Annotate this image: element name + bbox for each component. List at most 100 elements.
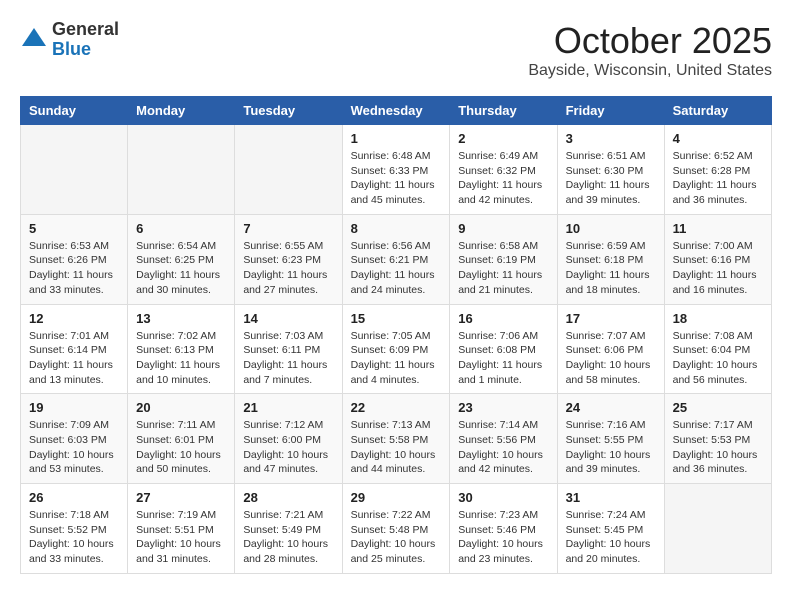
col-header-saturday: Saturday <box>664 97 771 125</box>
day-number: 19 <box>29 400 119 415</box>
calendar-cell: 9 Sunrise: 6:58 AM Sunset: 6:19 PM Daylig… <box>450 214 557 304</box>
calendar-cell: 3 Sunrise: 6:51 AM Sunset: 6:30 PM Daylig… <box>557 125 664 215</box>
day-number: 6 <box>136 221 226 236</box>
day-number: 14 <box>243 311 333 326</box>
calendar-week-row: 5 Sunrise: 6:53 AM Sunset: 6:26 PM Daylig… <box>21 214 772 304</box>
calendar-cell: 14 Sunrise: 7:03 AM Sunset: 6:11 PM Dayli… <box>235 304 342 394</box>
day-info: Sunrise: 7:02 AM Sunset: 6:13 PM Dayligh… <box>136 329 226 388</box>
day-info: Sunrise: 7:24 AM Sunset: 5:45 PM Dayligh… <box>566 508 656 567</box>
calendar-cell: 11 Sunrise: 7:00 AM Sunset: 6:16 PM Dayli… <box>664 214 771 304</box>
calendar-cell: 17 Sunrise: 7:07 AM Sunset: 6:06 PM Dayli… <box>557 304 664 394</box>
day-number: 18 <box>673 311 763 326</box>
day-info: Sunrise: 7:07 AM Sunset: 6:06 PM Dayligh… <box>566 329 656 388</box>
day-info: Sunrise: 7:18 AM Sunset: 5:52 PM Dayligh… <box>29 508 119 567</box>
day-info: Sunrise: 6:55 AM Sunset: 6:23 PM Dayligh… <box>243 239 333 298</box>
day-number: 11 <box>673 221 763 236</box>
calendar-cell: 28Sunrise: 7:21 AM Sunset: 5:49 PM Dayli… <box>235 484 342 574</box>
day-info: Sunrise: 7:19 AM Sunset: 5:51 PM Dayligh… <box>136 508 226 567</box>
day-number: 31 <box>566 490 656 505</box>
calendar-cell <box>128 125 235 215</box>
location: Bayside, Wisconsin, United States <box>528 62 772 80</box>
col-header-friday: Friday <box>557 97 664 125</box>
calendar-cell: 29 Sunrise: 7:22 AM Sunset: 5:48 PM Dayli… <box>342 484 450 574</box>
day-number: 13 <box>136 311 226 326</box>
day-info: Sunrise: 6:51 AM Sunset: 6:30 PM Dayligh… <box>566 149 656 208</box>
day-number: 7 <box>243 221 333 236</box>
calendar-cell: 6 Sunrise: 6:54 AM Sunset: 6:25 PM Daylig… <box>128 214 235 304</box>
day-info: Sunrise: 7:09 AM Sunset: 6:03 PM Dayligh… <box>29 418 119 477</box>
calendar-cell: 16 Sunrise: 7:06 AM Sunset: 6:08 PM Dayli… <box>450 304 557 394</box>
calendar-week-row: 12Sunrise: 7:01 AM Sunset: 6:14 PM Dayli… <box>21 304 772 394</box>
day-info: Sunrise: 7:12 AM Sunset: 6:00 PM Dayligh… <box>243 418 333 477</box>
month-title: October 2025 <box>528 20 772 62</box>
day-info: Sunrise: 7:22 AM Sunset: 5:48 PM Dayligh… <box>351 508 442 567</box>
calendar-cell: 22Sunrise: 7:13 AM Sunset: 5:58 PM Dayli… <box>342 394 450 484</box>
day-info: Sunrise: 7:00 AM Sunset: 6:16 PM Dayligh… <box>673 239 763 298</box>
day-info: Sunrise: 6:49 AM Sunset: 6:32 PM Dayligh… <box>458 149 548 208</box>
day-number: 3 <box>566 131 656 146</box>
calendar-cell: 18 Sunrise: 7:08 AM Sunset: 6:04 PM Dayli… <box>664 304 771 394</box>
calendar-cell: 19 Sunrise: 7:09 AM Sunset: 6:03 PM Dayli… <box>21 394 128 484</box>
logo-icon <box>20 26 48 54</box>
day-info: Sunrise: 6:52 AM Sunset: 6:28 PM Dayligh… <box>673 149 763 208</box>
day-number: 9 <box>458 221 548 236</box>
day-number: 30 <box>458 490 548 505</box>
day-info: Sunrise: 7:08 AM Sunset: 6:04 PM Dayligh… <box>673 329 763 388</box>
calendar-cell: 21 Sunrise: 7:12 AM Sunset: 6:00 PM Dayli… <box>235 394 342 484</box>
calendar-cell: 10Sunrise: 6:59 AM Sunset: 6:18 PM Dayli… <box>557 214 664 304</box>
day-number: 17 <box>566 311 656 326</box>
day-info: Sunrise: 7:05 AM Sunset: 6:09 PM Dayligh… <box>351 329 442 388</box>
calendar-cell: 2 Sunrise: 6:49 AM Sunset: 6:32 PM Daylig… <box>450 125 557 215</box>
calendar-cell: 5 Sunrise: 6:53 AM Sunset: 6:26 PM Daylig… <box>21 214 128 304</box>
day-info: Sunrise: 6:53 AM Sunset: 6:26 PM Dayligh… <box>29 239 119 298</box>
calendar-cell <box>21 125 128 215</box>
day-number: 1 <box>351 131 442 146</box>
day-info: Sunrise: 6:54 AM Sunset: 6:25 PM Dayligh… <box>136 239 226 298</box>
day-info: Sunrise: 6:58 AM Sunset: 6:19 PM Dayligh… <box>458 239 548 298</box>
day-number: 25 <box>673 400 763 415</box>
day-number: 22 <box>351 400 442 415</box>
calendar-cell: 1Sunrise: 6:48 AM Sunset: 6:33 PM Daylig… <box>342 125 450 215</box>
calendar-cell: 24Sunrise: 7:16 AM Sunset: 5:55 PM Dayli… <box>557 394 664 484</box>
calendar-cell: 23 Sunrise: 7:14 AM Sunset: 5:56 PM Dayli… <box>450 394 557 484</box>
day-info: Sunrise: 7:21 AM Sunset: 5:49 PM Dayligh… <box>243 508 333 567</box>
day-number: 26 <box>29 490 119 505</box>
calendar-cell <box>235 125 342 215</box>
day-info: Sunrise: 7:06 AM Sunset: 6:08 PM Dayligh… <box>458 329 548 388</box>
day-number: 12 <box>29 311 119 326</box>
day-number: 5 <box>29 221 119 236</box>
day-info: Sunrise: 7:17 AM Sunset: 5:53 PM Dayligh… <box>673 418 763 477</box>
calendar-header-row: SundayMondayTuesdayWednesdayThursdayFrid… <box>21 97 772 125</box>
day-number: 15 <box>351 311 442 326</box>
calendar-cell: 30 Sunrise: 7:23 AM Sunset: 5:46 PM Dayli… <box>450 484 557 574</box>
logo-blue: Blue <box>52 40 119 60</box>
calendar-cell: 13 Sunrise: 7:02 AM Sunset: 6:13 PM Dayli… <box>128 304 235 394</box>
day-number: 27 <box>136 490 226 505</box>
day-number: 29 <box>351 490 442 505</box>
day-info: Sunrise: 7:23 AM Sunset: 5:46 PM Dayligh… <box>458 508 548 567</box>
day-number: 23 <box>458 400 548 415</box>
day-number: 8 <box>351 221 442 236</box>
calendar-cell: 15 Sunrise: 7:05 AM Sunset: 6:09 PM Dayli… <box>342 304 450 394</box>
page-header: General Blue October 2025 Bayside, Wisco… <box>20 20 772 80</box>
col-header-monday: Monday <box>128 97 235 125</box>
day-info: Sunrise: 7:14 AM Sunset: 5:56 PM Dayligh… <box>458 418 548 477</box>
calendar-cell: 12Sunrise: 7:01 AM Sunset: 6:14 PM Dayli… <box>21 304 128 394</box>
day-number: 20 <box>136 400 226 415</box>
logo-text: General Blue <box>52 20 119 60</box>
calendar-cell: 4Sunrise: 6:52 AM Sunset: 6:28 PM Daylig… <box>664 125 771 215</box>
calendar-week-row: 26 Sunrise: 7:18 AM Sunset: 5:52 PM Dayli… <box>21 484 772 574</box>
day-number: 21 <box>243 400 333 415</box>
col-header-wednesday: Wednesday <box>342 97 450 125</box>
day-number: 2 <box>458 131 548 146</box>
day-info: Sunrise: 7:03 AM Sunset: 6:11 PM Dayligh… <box>243 329 333 388</box>
day-number: 16 <box>458 311 548 326</box>
calendar-cell: 8 Sunrise: 6:56 AM Sunset: 6:21 PM Daylig… <box>342 214 450 304</box>
day-number: 10 <box>566 221 656 236</box>
calendar-cell: 27 Sunrise: 7:19 AM Sunset: 5:51 PM Dayli… <box>128 484 235 574</box>
day-info: Sunrise: 6:56 AM Sunset: 6:21 PM Dayligh… <box>351 239 442 298</box>
day-number: 24 <box>566 400 656 415</box>
calendar-week-row: 19 Sunrise: 7:09 AM Sunset: 6:03 PM Dayli… <box>21 394 772 484</box>
day-info: Sunrise: 7:11 AM Sunset: 6:01 PM Dayligh… <box>136 418 226 477</box>
col-header-sunday: Sunday <box>21 97 128 125</box>
